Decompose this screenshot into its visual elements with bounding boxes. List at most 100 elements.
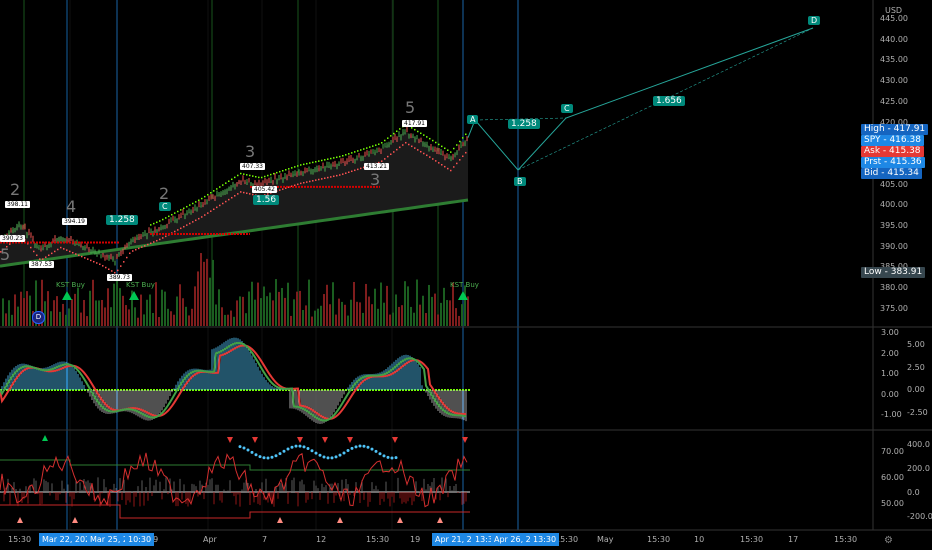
stop-dot [93, 260, 95, 263]
gear-icon[interactable]: ⚙ [884, 535, 893, 546]
volume-bar [266, 296, 268, 326]
volume-bar [416, 279, 418, 326]
volume-bar [449, 300, 451, 326]
support-dot [354, 151, 356, 153]
volume-bar [404, 281, 406, 326]
stop-dot [51, 252, 53, 255]
support-dot [192, 202, 194, 205]
volume-bar [338, 298, 340, 326]
price-axis-label: 405.00 [880, 179, 908, 189]
stop-dot [120, 265, 122, 267]
stop-dot [411, 145, 413, 148]
volume-bar [92, 279, 94, 326]
osc2-dot [374, 449, 378, 453]
support-dot [216, 188, 218, 190]
stop-dot [324, 177, 326, 179]
support-dot [312, 161, 314, 164]
support-dot [306, 162, 308, 165]
support-dot [348, 153, 350, 155]
osc2-dot [318, 453, 322, 457]
stop-dot [111, 270, 113, 272]
osc1-axis-label-right: 0.00 [907, 385, 925, 394]
elliott-count-2b: 2 [159, 184, 170, 203]
support-dot [207, 193, 209, 196]
support-dot [186, 205, 188, 208]
chart-canvas[interactable] [0, 0, 932, 550]
volume-bar [464, 285, 466, 326]
time-axis-label: 15:30 [834, 535, 858, 544]
volume-bar [281, 287, 283, 326]
stop-dot [282, 188, 284, 190]
support-dot [399, 128, 401, 130]
volume-bar [278, 291, 280, 326]
stop-dot [30, 246, 32, 249]
stop-dot [165, 235, 167, 238]
osc2-dot [330, 456, 334, 460]
volume-bar [299, 290, 301, 326]
fib-label-156: 1.56 [253, 195, 280, 205]
stop-dot [381, 160, 383, 162]
volume-bar [458, 315, 460, 326]
volume-bar [140, 294, 142, 326]
volume-bar [461, 304, 463, 326]
support-dot [369, 146, 371, 148]
pivot-label: 407.33 [240, 163, 265, 170]
volume-bar [110, 307, 112, 326]
time-axis-label: 15:30 [647, 535, 671, 544]
volume-bar [413, 312, 415, 326]
projection-lines [467, 27, 814, 171]
stop-dot [243, 191, 245, 194]
volume-bar [221, 307, 223, 326]
elliott-count-2a: 2 [10, 180, 21, 199]
dividend-badge[interactable]: D [32, 311, 45, 324]
support-dot [279, 170, 281, 173]
stop-dot [48, 254, 50, 257]
volume-bar [242, 296, 244, 326]
volume-bar [89, 290, 91, 326]
osc2-dot [254, 453, 258, 457]
volume-bar [137, 317, 139, 326]
stop-dot [228, 198, 230, 201]
volume-bar [29, 295, 31, 326]
volume-bar [251, 281, 253, 326]
support-dot [423, 134, 425, 136]
volume-bar [362, 312, 364, 326]
support-dot [177, 210, 179, 213]
stop-dot [207, 212, 209, 214]
stop-dot [279, 189, 281, 191]
price-axis-label: 435.00 [880, 55, 908, 65]
volume-bar [302, 309, 304, 326]
low-arrow [17, 517, 23, 523]
osc2-dot [370, 447, 374, 451]
volume-bar [392, 312, 394, 326]
osc2-dot [246, 448, 250, 452]
osc2-dot [354, 445, 358, 449]
support-dot [270, 173, 272, 176]
pivot-label: 394.19 [62, 218, 87, 225]
grid [69, 0, 519, 530]
support-dot [156, 221, 158, 224]
volume-bar [53, 300, 55, 326]
time-axis-label: 10 [694, 535, 705, 544]
stop-dot [435, 160, 437, 162]
stop-dot [222, 202, 224, 205]
support-dot [342, 155, 344, 157]
volume-bar [260, 298, 262, 326]
support-dot [333, 157, 335, 159]
volume-bar [320, 305, 322, 326]
price-axis-label: 440.00 [880, 34, 908, 44]
volume-bar [353, 281, 355, 326]
volume-bar [368, 296, 370, 326]
support-dot [390, 135, 392, 137]
volume-bar [146, 299, 148, 326]
volume-bar [119, 288, 121, 326]
price-axis-label: 425.00 [880, 96, 908, 106]
volume-bar [212, 259, 214, 326]
osc1-axis-label: 1.00 [881, 369, 899, 378]
volume-bar [290, 315, 292, 326]
time-axis-label: 15:30 [8, 535, 32, 544]
volume-bar [182, 298, 184, 326]
volume-bar [383, 302, 385, 326]
stop-dot [87, 258, 89, 260]
osc2-dot [306, 447, 310, 451]
